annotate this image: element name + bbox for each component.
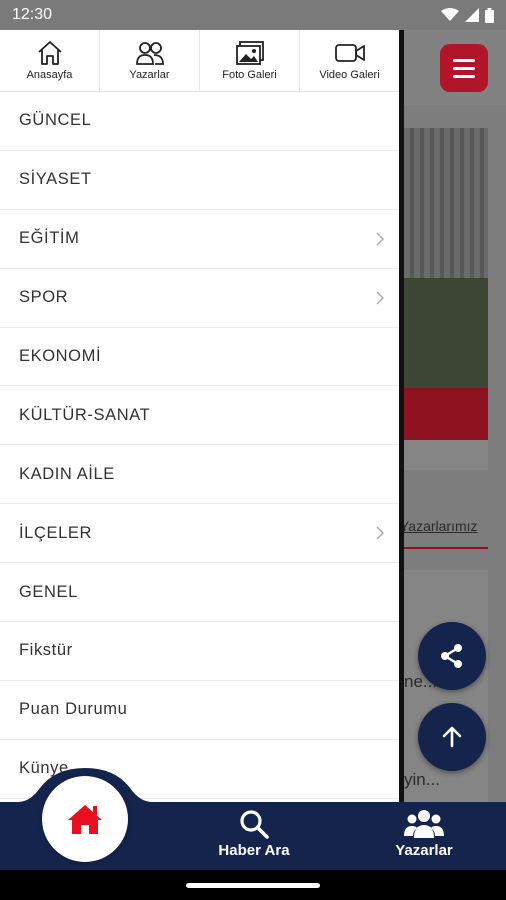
menu-item-label: Puan Durumu bbox=[19, 700, 128, 719]
quick-nav-home[interactable]: Anasayfa bbox=[0, 30, 100, 91]
menu-item-siyaset[interactable]: SİYASET bbox=[0, 151, 399, 210]
chevron-right-icon bbox=[376, 526, 384, 540]
system-navigation-bar bbox=[0, 870, 506, 900]
home-icon bbox=[68, 805, 102, 834]
menu-item-kadin-aile[interactable]: KADIN AİLE bbox=[0, 445, 399, 505]
bottom-nav-home-button[interactable] bbox=[42, 776, 128, 862]
arrow-up-icon bbox=[442, 726, 462, 748]
background-card bbox=[404, 440, 488, 470]
chevron-right-icon bbox=[376, 291, 384, 305]
menu-item-ilceler[interactable]: İLÇELER bbox=[0, 504, 399, 564]
background-tab-underline bbox=[400, 547, 488, 549]
photo-gallery-icon bbox=[235, 41, 264, 65]
share-button[interactable] bbox=[418, 622, 486, 690]
menu-item-egitim[interactable]: EĞİTİM bbox=[0, 210, 399, 269]
menu-item-genel[interactable]: GENEL bbox=[0, 563, 399, 623]
background-headline-bar bbox=[404, 388, 488, 440]
battery-icon bbox=[485, 7, 494, 23]
status-time: 12:30 bbox=[12, 6, 53, 23]
drawer-edge-shadow bbox=[399, 30, 404, 802]
navigation-drawer: Anasayfa Yazarlar Foto Galeri Video Gale… bbox=[0, 30, 399, 802]
search-icon bbox=[240, 810, 269, 839]
menu-item-label: EĞİTİM bbox=[19, 229, 80, 248]
menu-item-label: EKONOMİ bbox=[19, 347, 102, 365]
wifi-icon bbox=[441, 8, 459, 21]
gesture-handle[interactable] bbox=[186, 883, 320, 888]
people-outline-icon bbox=[135, 42, 164, 65]
menu-item-label: İLÇELER bbox=[19, 523, 92, 542]
bottom-nav-writers[interactable]: Yazarlar bbox=[384, 808, 464, 859]
quick-nav-video-gallery-label: Video Galeri bbox=[319, 69, 380, 81]
scroll-to-top-button[interactable] bbox=[418, 703, 486, 771]
hamburger-menu-button[interactable] bbox=[440, 44, 488, 92]
drawer-menu-list: GÜNCEL SİYASET EĞİTİM SPOR EKONOMİ KÜLTÜ… bbox=[0, 92, 399, 799]
share-icon bbox=[441, 644, 462, 668]
menu-item-spor[interactable]: SPOR bbox=[0, 269, 399, 328]
background-news-photo bbox=[404, 128, 488, 388]
menu-item-fikstur[interactable]: Fikstür bbox=[0, 622, 399, 681]
bottom-nav-writers-label: Yazarlar bbox=[395, 842, 453, 859]
video-camera-icon bbox=[334, 44, 365, 62]
background-writers-tab: Yazarlarımız bbox=[400, 518, 478, 534]
quick-nav-photo-gallery-label: Foto Galeri bbox=[222, 69, 277, 81]
menu-item-ekonomi[interactable]: EKONOMİ bbox=[0, 328, 399, 387]
menu-item-kultur-sanat[interactable]: KÜLTÜR-SANAT bbox=[0, 386, 399, 446]
bottom-nav-search[interactable]: Haber Ara bbox=[214, 808, 294, 859]
menu-item-label: SİYASET bbox=[19, 170, 92, 189]
quick-nav-writers-label: Yazarlar bbox=[129, 69, 170, 81]
status-icons bbox=[441, 7, 494, 23]
quick-nav-photo-gallery[interactable]: Foto Galeri bbox=[200, 30, 300, 91]
status-bar: 12:30 bbox=[0, 0, 506, 30]
signal-icon bbox=[465, 8, 479, 22]
bottom-nav-search-label: Haber Ara bbox=[218, 842, 290, 859]
quick-nav-home-label: Anasayfa bbox=[26, 69, 73, 81]
menu-item-guncel[interactable]: GÜNCEL bbox=[0, 92, 399, 151]
drawer-quick-nav: Anasayfa Yazarlar Foto Galeri Video Gale… bbox=[0, 30, 399, 92]
menu-item-puan-durumu[interactable]: Puan Durumu bbox=[0, 681, 399, 740]
chevron-right-icon bbox=[376, 232, 384, 246]
group-icon bbox=[404, 810, 444, 838]
menu-item-label: Fikstür bbox=[19, 641, 73, 660]
menu-item-label: KADIN AİLE bbox=[19, 464, 115, 483]
menu-item-label: GENEL bbox=[19, 582, 78, 601]
menu-item-label: KÜLTÜR-SANAT bbox=[19, 405, 151, 424]
quick-nav-video-gallery[interactable]: Video Galeri bbox=[300, 30, 399, 91]
menu-item-label: GÜNCEL bbox=[19, 111, 92, 130]
home-outline-icon bbox=[37, 41, 62, 65]
quick-nav-writers[interactable]: Yazarlar bbox=[100, 30, 200, 91]
menu-item-label: SPOR bbox=[19, 288, 69, 307]
background-snippet-2: yin... bbox=[404, 770, 440, 789]
